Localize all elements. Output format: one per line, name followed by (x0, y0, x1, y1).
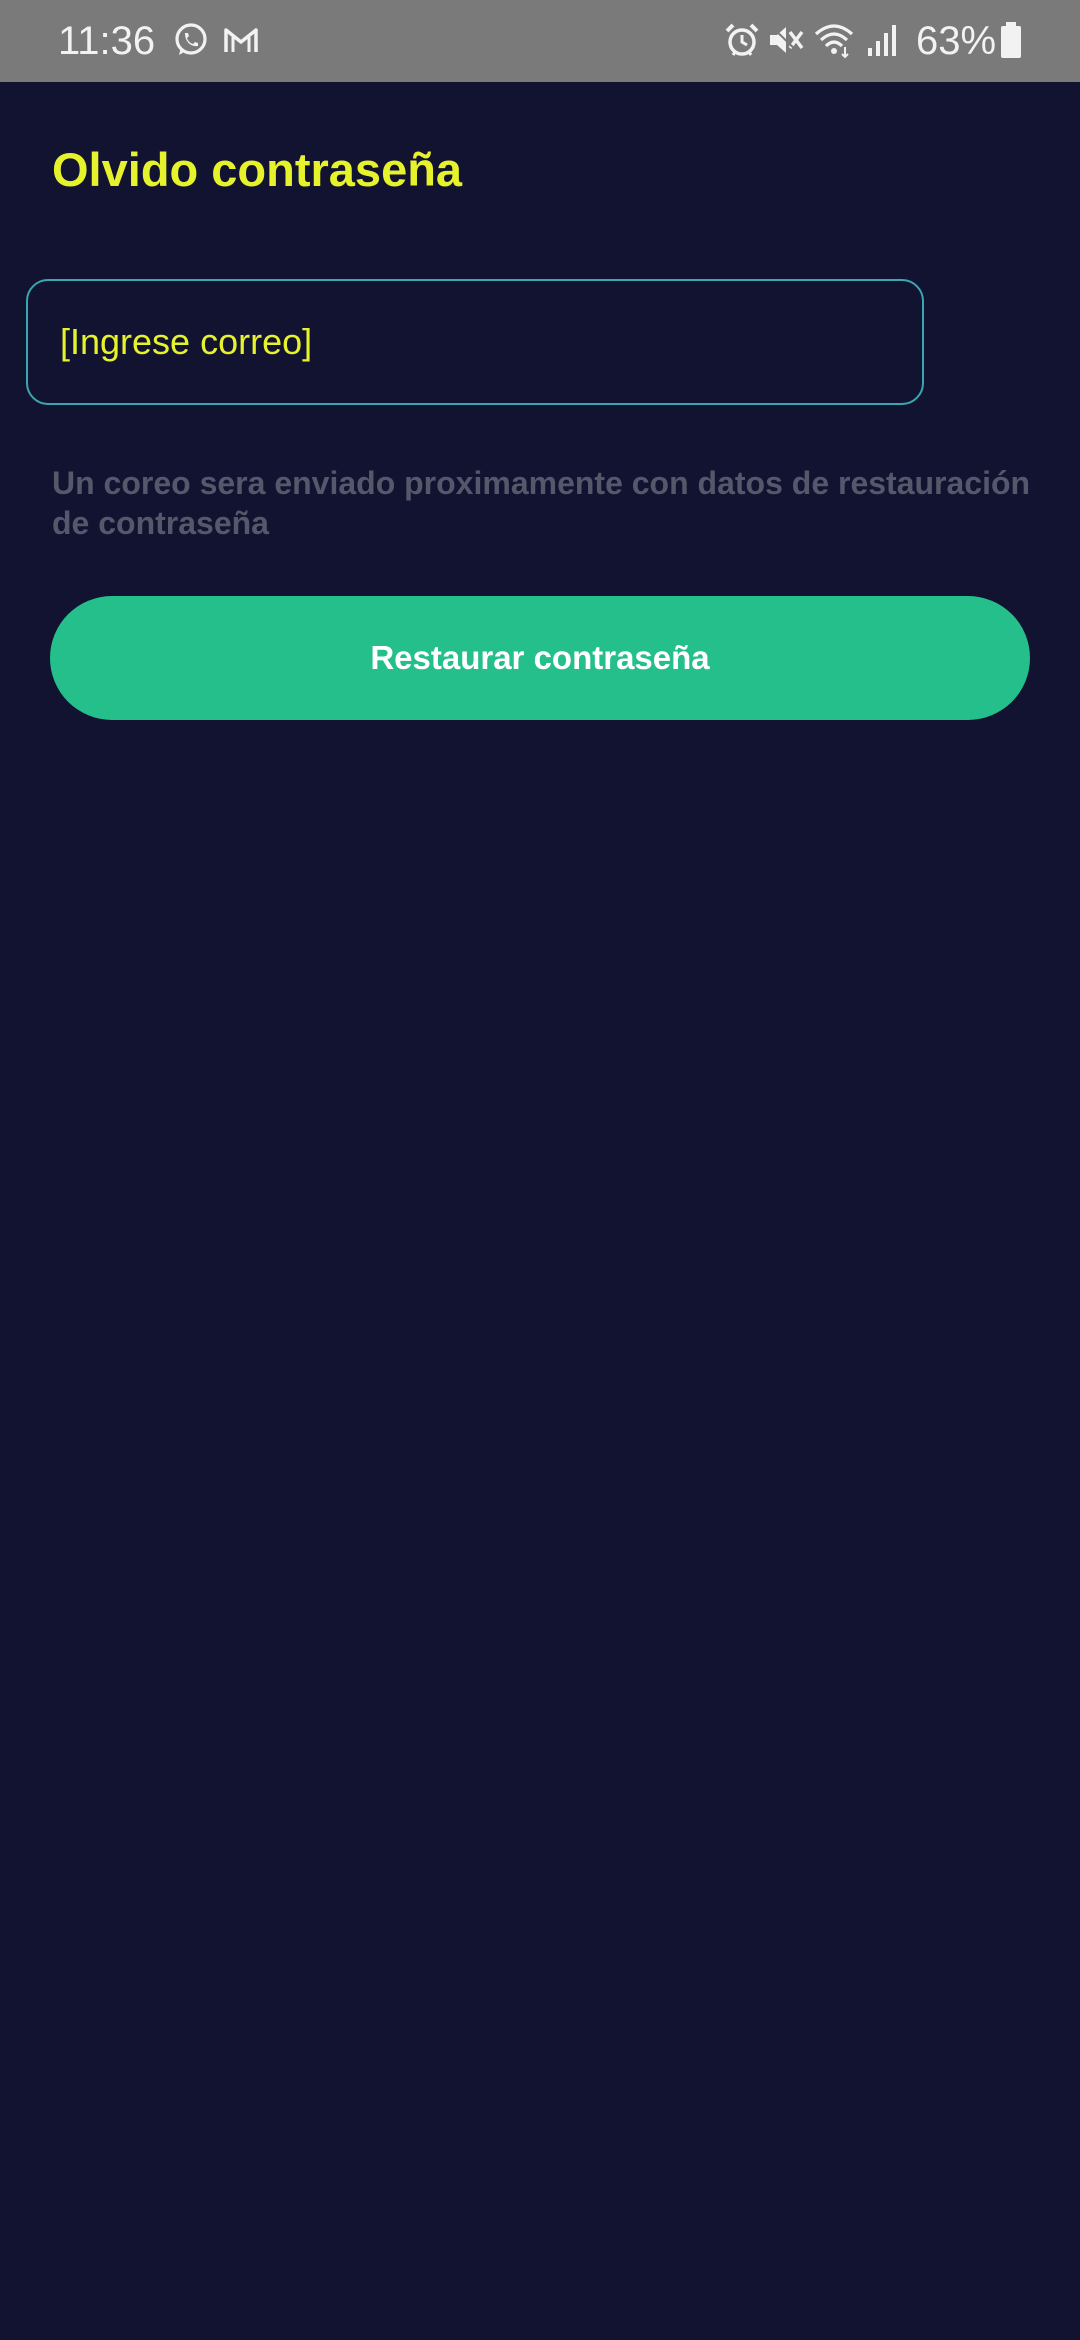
battery-icon (998, 20, 1024, 60)
mute-icon (766, 20, 806, 60)
email-field[interactable] (26, 279, 924, 405)
battery-percentage: 63% (916, 19, 997, 63)
reset-password-button[interactable]: Restaurar contraseña (50, 596, 1030, 720)
info-text: Un coreo sera enviado proximamente con d… (52, 465, 1031, 541)
page-title: Olvido contraseña (52, 143, 463, 196)
email-input[interactable] (60, 281, 900, 403)
signal-icon (862, 20, 902, 60)
wifi-icon (814, 20, 854, 60)
gmail-icon (221, 20, 261, 60)
alarm-icon (722, 20, 762, 60)
whatsapp-icon (171, 20, 211, 60)
status-time: 11:36 (58, 19, 156, 63)
status-bar: 11:36 63% (0, 0, 1080, 82)
